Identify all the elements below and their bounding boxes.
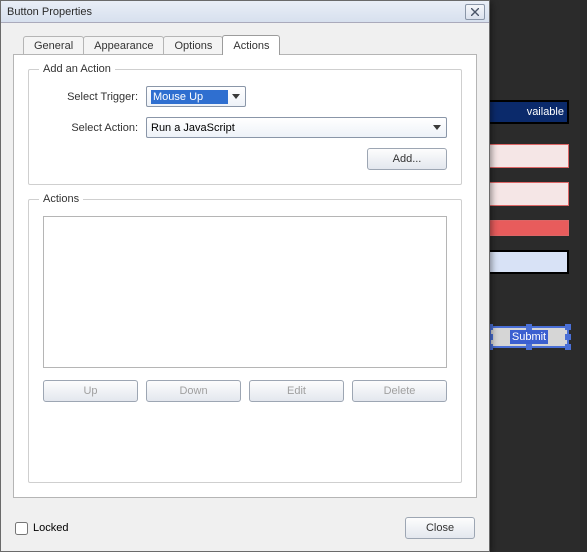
down-button[interactable]: Down bbox=[146, 380, 241, 402]
bg-field-available-text: vailable bbox=[527, 106, 564, 118]
tab-general[interactable]: General bbox=[23, 36, 84, 55]
submit-button-selected[interactable]: Submit bbox=[489, 326, 569, 348]
select-trigger-combo[interactable]: Mouse Up bbox=[146, 86, 246, 107]
chevron-down-icon bbox=[228, 94, 243, 100]
actions-group: Actions Up Down Edit Delete bbox=[28, 199, 462, 483]
actions-group-title: Actions bbox=[39, 193, 83, 205]
resize-handle[interactable] bbox=[526, 344, 532, 350]
tab-options[interactable]: Options bbox=[163, 36, 223, 55]
actions-panel: Add an Action Select Trigger: Mouse Up S… bbox=[13, 54, 477, 498]
resize-handle[interactable] bbox=[565, 334, 571, 340]
tab-actions[interactable]: Actions bbox=[222, 35, 280, 55]
button-properties-dialog: Button Properties General Appearance Opt… bbox=[0, 0, 490, 552]
add-button-row: Add... bbox=[43, 148, 447, 170]
close-icon[interactable] bbox=[465, 4, 485, 20]
up-button[interactable]: Up bbox=[43, 380, 138, 402]
actions-button-row: Up Down Edit Delete bbox=[43, 380, 447, 402]
select-action-combo[interactable]: Run a JavaScript bbox=[146, 117, 447, 138]
select-trigger-value: Mouse Up bbox=[151, 90, 228, 104]
select-action-row: Select Action: Run a JavaScript bbox=[43, 117, 447, 138]
tab-strip: General Appearance Options Actions bbox=[23, 33, 477, 55]
select-action-label: Select Action: bbox=[43, 122, 138, 134]
dialog-title: Button Properties bbox=[5, 6, 465, 18]
chevron-down-icon bbox=[429, 125, 444, 131]
resize-handle[interactable] bbox=[526, 324, 532, 330]
select-trigger-row: Select Trigger: Mouse Up bbox=[43, 86, 447, 107]
add-an-action-title: Add an Action bbox=[39, 63, 115, 75]
locked-label: Locked bbox=[33, 522, 68, 534]
locked-checkbox-input[interactable] bbox=[15, 522, 28, 535]
resize-handle[interactable] bbox=[565, 344, 571, 350]
dialog-body: General Appearance Options Actions Add a… bbox=[1, 23, 489, 509]
submit-button-label: Submit bbox=[510, 330, 548, 344]
select-trigger-label: Select Trigger: bbox=[43, 91, 138, 103]
add-button[interactable]: Add... bbox=[367, 148, 447, 170]
select-action-value: Run a JavaScript bbox=[151, 122, 429, 134]
tab-appearance[interactable]: Appearance bbox=[83, 36, 164, 55]
app-background: vailable Submit Button Properties Genera… bbox=[0, 0, 587, 552]
close-button[interactable]: Close bbox=[405, 517, 475, 539]
add-an-action-group: Add an Action Select Trigger: Mouse Up S… bbox=[28, 69, 462, 185]
delete-button[interactable]: Delete bbox=[352, 380, 447, 402]
resize-handle[interactable] bbox=[565, 324, 571, 330]
dialog-footer: Locked Close bbox=[1, 509, 489, 551]
actions-list[interactable] bbox=[43, 216, 447, 368]
titlebar[interactable]: Button Properties bbox=[1, 1, 489, 23]
locked-checkbox[interactable]: Locked bbox=[15, 522, 68, 535]
edit-button[interactable]: Edit bbox=[249, 380, 344, 402]
